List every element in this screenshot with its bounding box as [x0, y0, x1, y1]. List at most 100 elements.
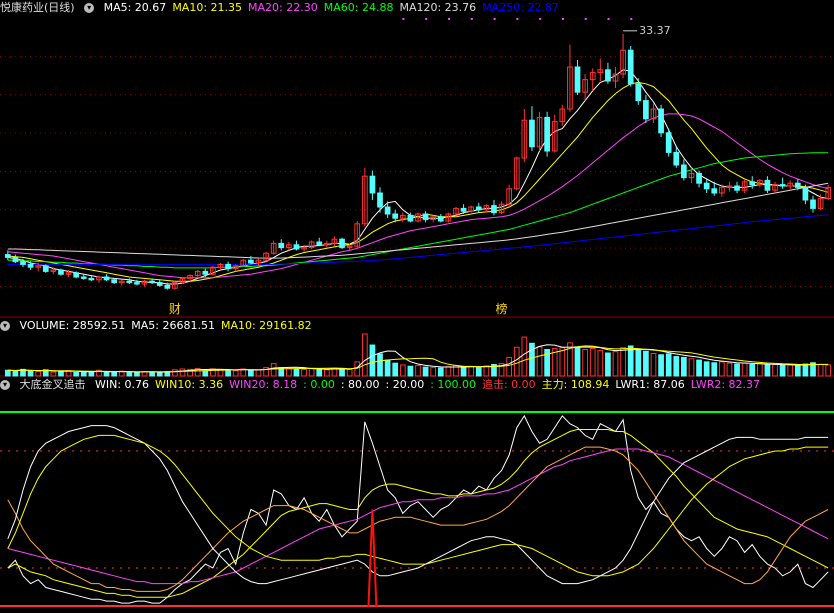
candle-body [111, 279, 118, 284]
volume-bar [27, 370, 34, 377]
price-legend-item: MA250: 22.87 [482, 1, 559, 14]
volume-bar [339, 368, 345, 377]
price-legend: 悦康药业(日线) ▾ MA5: 20.67 MA10: 21.35 MA20: 22… [0, 0, 571, 16]
volume-bar [460, 366, 467, 377]
volume-legend-item: MA5: 26681.51 [131, 319, 215, 332]
volume-bar [802, 363, 809, 377]
candle-body [80, 276, 87, 279]
volume-bar [513, 346, 520, 377]
volume-bar [50, 371, 57, 377]
indicator-title: 大底金叉追击 [19, 378, 86, 391]
volume-bar [688, 358, 695, 377]
volume-bar [4, 369, 11, 377]
indicator-legend-item: : 20.00 [385, 378, 425, 391]
indicator-legend: ▾ 大底金叉追击 WIN: 0.76 WIN10: 3.36 WIN20: 8.18… [0, 377, 772, 393]
volume-bar [468, 365, 475, 377]
candle-body [574, 66, 581, 93]
volume-bar [377, 353, 383, 377]
volume-bar [156, 371, 163, 377]
volume-bar [422, 366, 429, 377]
candle-body [103, 276, 110, 281]
indicator-legend-item: 主力: 108.94 [541, 378, 610, 391]
volume-bar [399, 364, 406, 377]
volume-bar [741, 362, 748, 377]
volume-bar [536, 346, 543, 377]
event-dot [448, 18, 450, 20]
candle-body [339, 238, 345, 249]
volume-bar [369, 344, 376, 377]
collapse-icon[interactable]: ▾ [0, 380, 10, 390]
candle-body [73, 272, 80, 278]
volume-bar [384, 359, 391, 377]
volume-bar [703, 361, 710, 377]
volume-bar [681, 356, 687, 377]
candle-body [88, 277, 95, 281]
price-legend-item: MA10: 21.35 [172, 1, 243, 14]
candle-body [460, 207, 467, 212]
volume-bar [103, 371, 110, 377]
volume-bar [437, 367, 444, 377]
volume-bar [225, 369, 231, 377]
volume-bar [779, 364, 786, 377]
volume-bar [718, 361, 725, 377]
price-legend-item: MA60: 24.88 [323, 1, 394, 14]
volume-bar [605, 352, 611, 377]
volume-bar [172, 369, 178, 377]
collapse-icon[interactable]: ▾ [84, 3, 95, 13]
candle-body [407, 214, 414, 222]
indicator-legend-item: LWR1: 87.06 [615, 378, 685, 391]
candle-body [703, 182, 710, 190]
volume-bar [58, 371, 64, 377]
candle-body [384, 206, 391, 215]
candle-body [369, 175, 376, 194]
indicator-line-win10 [7, 429, 829, 598]
candle-body [42, 265, 49, 272]
volume-bar [415, 364, 421, 377]
volume-bar [255, 369, 262, 377]
volume-bar [111, 371, 118, 377]
candle-body [392, 213, 399, 219]
volume-bar [308, 367, 315, 377]
volume-bar [506, 356, 513, 377]
volume-bar [80, 371, 87, 377]
volume-bar [407, 365, 414, 377]
volume-bar [483, 365, 490, 377]
indicator-line-win [7, 414, 829, 604]
volume-bar [764, 364, 771, 377]
volume-bar [627, 345, 634, 377]
indicator-legend-item: WIN: 0.76 [95, 378, 150, 391]
volume-bar [817, 364, 824, 377]
indicator-line-lwr2 [7, 434, 829, 577]
volume-bar [316, 368, 323, 377]
candle-body [225, 263, 231, 270]
volume-legend-item: MA10: 29161.82 [220, 319, 312, 332]
collapse-icon[interactable]: ▾ [0, 321, 10, 331]
candle-body [202, 270, 209, 275]
candle-body [802, 186, 809, 201]
event-dot [402, 18, 405, 20]
indicator-legend-item: 追击: 0.00 [481, 378, 536, 391]
event-dot [607, 18, 610, 20]
volume-bar [711, 362, 718, 377]
volume-bar [825, 364, 832, 377]
ma-line-ma5 [7, 69, 829, 285]
event-dot [561, 18, 564, 20]
candle-body [20, 261, 26, 265]
volume-bar [35, 371, 42, 377]
volume-bar [270, 363, 277, 377]
volume-bar [597, 349, 604, 377]
volume-bar [88, 371, 95, 377]
volume-bar [392, 362, 399, 377]
price-legend-item: MA120: 23.76 [399, 1, 477, 14]
chart-canvas[interactable]: 33.37 财 榜 [0, 0, 834, 609]
event-dot [516, 18, 519, 20]
volume-bar [430, 367, 437, 377]
candle-body [605, 69, 611, 82]
candle-body [681, 164, 687, 179]
indicator-legend-item: : 0.00 [303, 378, 335, 391]
volume-legend-item: VOLUME: 28592.51 [19, 319, 126, 332]
candle-body [126, 280, 133, 284]
volume-bar [749, 364, 756, 377]
volume-bar [134, 371, 140, 377]
indicator-legend-item: WIN20: 8.18 [229, 378, 298, 391]
